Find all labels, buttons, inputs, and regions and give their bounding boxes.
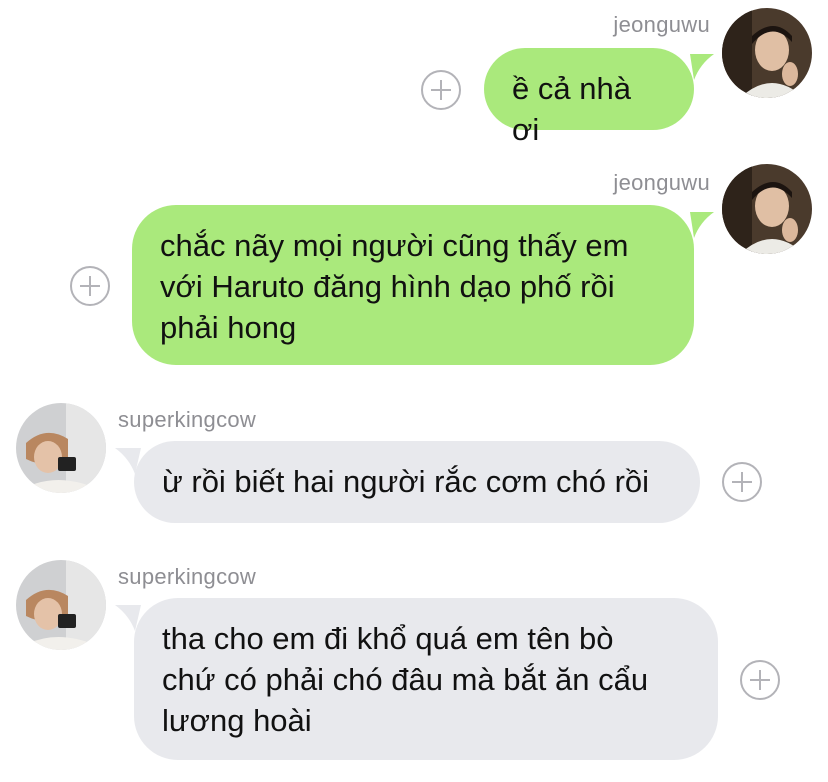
add-circle-icon[interactable]	[421, 70, 461, 110]
bubble-tail	[690, 212, 714, 238]
sender-name: jeonguwu	[613, 170, 710, 195]
sender-name: superkingcow	[118, 407, 257, 432]
avatar[interactable]	[722, 8, 812, 98]
add-circle-icon[interactable]	[70, 266, 110, 306]
add-circle-icon[interactable]	[740, 660, 780, 700]
bubble-tail	[690, 54, 714, 80]
avatar-photo-icon	[16, 403, 106, 493]
avatar-photo-icon	[722, 164, 812, 254]
avatar[interactable]	[16, 403, 106, 493]
message-bubble[interactable]: tha cho em đi khổ quá em tên bò chứ có p…	[134, 598, 718, 760]
sender-name: superkingcow	[118, 564, 257, 589]
sender-name: jeonguwu	[613, 12, 710, 37]
avatar[interactable]	[16, 560, 106, 650]
avatar[interactable]	[722, 164, 812, 254]
message-bubble[interactable]: chắc nãy mọi người cũng thấy em với Haru…	[132, 205, 694, 365]
message-bubble[interactable]: ề cả nhà ơi	[484, 48, 694, 147]
message-bubble[interactable]: ừ rồi biết hai người rắc cơm chó rồi	[134, 441, 700, 523]
avatar-photo-icon	[722, 8, 812, 98]
avatar-photo-icon	[16, 560, 106, 650]
add-circle-icon[interactable]	[722, 462, 762, 502]
